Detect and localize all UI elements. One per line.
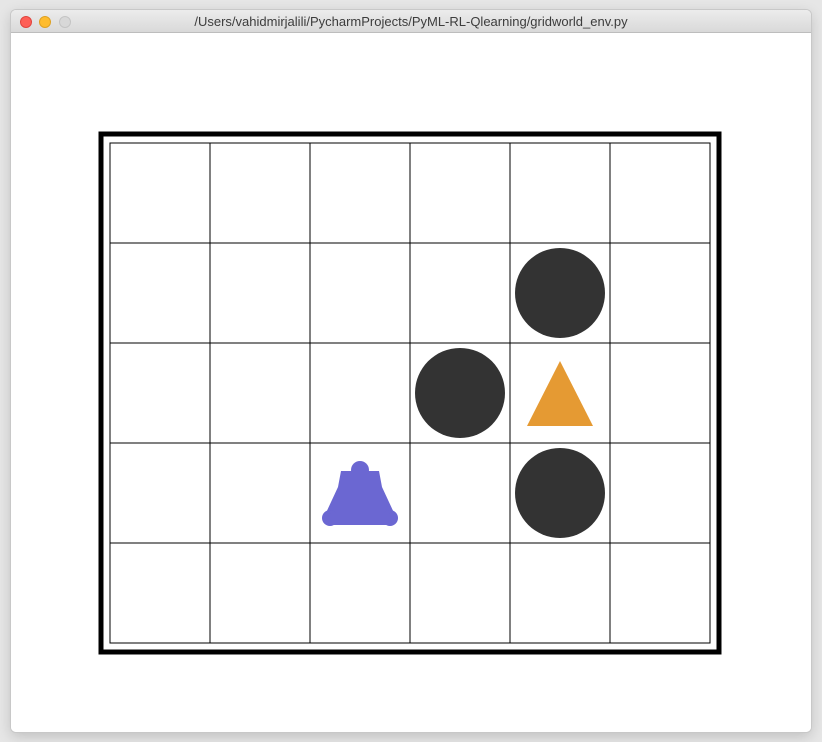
app-window: /Users/vahidmirjalili/PycharmProjects/Py… xyxy=(11,10,811,732)
grid-cell xyxy=(609,342,711,444)
window-title: /Users/vahidmirjalili/PycharmProjects/Py… xyxy=(194,14,628,29)
grid-cell xyxy=(109,442,211,544)
grid-cell xyxy=(209,342,311,444)
grid-cell xyxy=(309,242,411,344)
grid-cell xyxy=(409,442,511,544)
grid-cell xyxy=(509,542,611,644)
hole-circle xyxy=(515,248,605,338)
grid-cell xyxy=(309,542,411,644)
grid-cell xyxy=(109,242,211,344)
grid-cell xyxy=(309,142,411,244)
grid-cell xyxy=(109,542,211,644)
grid-cell xyxy=(209,542,311,644)
hole-circle xyxy=(515,448,605,538)
grid-cell xyxy=(209,442,311,544)
grid-cell xyxy=(309,342,411,444)
grid-cell xyxy=(109,142,211,244)
grid-cell xyxy=(209,142,311,244)
hole-circle xyxy=(415,348,505,438)
gridworld-canvas xyxy=(11,33,811,732)
grid-cell xyxy=(609,142,711,244)
title-bar[interactable]: /Users/vahidmirjalili/PycharmProjects/Py… xyxy=(11,10,811,33)
grid-cell xyxy=(209,242,311,344)
grid-cell xyxy=(109,342,211,444)
gridworld-svg xyxy=(98,131,722,655)
grid-cell xyxy=(409,542,511,644)
grid-cell xyxy=(609,542,711,644)
grid-cell xyxy=(409,142,511,244)
grid-cell xyxy=(409,242,511,344)
grid-cell xyxy=(609,242,711,344)
grid-cell xyxy=(509,142,611,244)
grid-cell xyxy=(609,442,711,544)
